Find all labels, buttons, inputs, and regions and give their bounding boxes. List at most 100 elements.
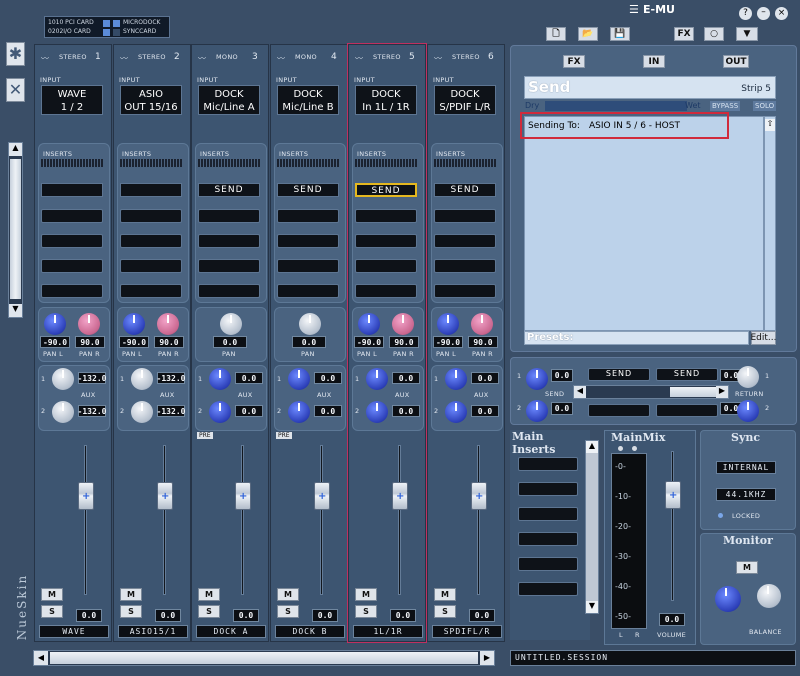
close-icon[interactable]: × [775, 7, 788, 20]
hscroll-thumb[interactable] [50, 652, 478, 664]
dropdown-icon[interactable]: ▼ [736, 27, 758, 41]
send-slot-2[interactable]: SEND [656, 368, 718, 381]
main-insert-slot[interactable] [518, 557, 578, 571]
star-button[interactable]: ✱ [6, 42, 25, 66]
insert-slot-4[interactable] [277, 259, 339, 273]
new-session-icon[interactable]: 🗋 [546, 27, 566, 41]
insert-slot-1[interactable]: SEND [198, 183, 260, 197]
hscroll-left-icon[interactable]: ◀ [34, 651, 48, 665]
record-icon[interactable]: ○ [704, 27, 724, 41]
sending-to-row[interactable]: Sending To: ASIO IN 5 / 6 - HOST [520, 112, 729, 139]
bypass-button[interactable]: BYPASS [710, 101, 741, 111]
minimize-icon[interactable]: – [757, 7, 770, 20]
strip-name[interactable]: DOCK B [275, 625, 345, 638]
edit-button[interactable]: Edit... [751, 331, 777, 345]
main-insert-slot[interactable] [518, 482, 578, 496]
input-selector[interactable]: DOCK Mic/Line B [277, 85, 339, 115]
aux1-knob[interactable] [52, 368, 74, 390]
mute-button[interactable]: M [41, 588, 63, 601]
insert-slot-4[interactable] [198, 259, 260, 273]
scroll-up-icon[interactable]: ▲ [9, 143, 22, 156]
insert-slot-1[interactable] [41, 183, 103, 197]
routing-scroll-up-icon[interactable]: ⇧ [765, 119, 775, 131]
main-volume-fader[interactable] [665, 481, 681, 509]
solo-button[interactable]: S [41, 605, 63, 618]
insert-slot-3[interactable] [198, 234, 260, 248]
tab-in[interactable]: IN [643, 55, 665, 68]
sync-source[interactable]: INTERNAL [716, 461, 776, 474]
insert-slot-2[interactable] [41, 209, 103, 223]
insert-slot-3[interactable] [277, 234, 339, 248]
aux1-knob[interactable] [445, 368, 467, 390]
insert-slot-1[interactable] [120, 183, 182, 197]
channel-fader[interactable] [314, 482, 330, 510]
solo-button[interactable]: S [277, 605, 299, 618]
insert-slot-5[interactable] [120, 284, 182, 298]
aux-slider-right-icon[interactable]: ▶ [716, 386, 728, 398]
mute-button[interactable]: M [120, 588, 142, 601]
scroll-thumb[interactable] [10, 159, 21, 299]
aux1-knob[interactable] [209, 368, 231, 390]
aux2-knob[interactable] [131, 401, 153, 423]
send-slot-1[interactable]: SEND [588, 368, 650, 381]
insert-slot-2[interactable] [277, 209, 339, 223]
horizontal-scrollbar[interactable]: ◀ ▶ [33, 650, 495, 666]
pan-l-knob[interactable] [123, 313, 145, 335]
sample-rate[interactable]: 44.1KHZ [716, 488, 776, 501]
hscroll-right-icon[interactable]: ▶ [480, 651, 494, 665]
monitor-mute-button[interactable]: M [736, 561, 758, 574]
pan-l-knob[interactable] [437, 313, 459, 335]
pan-knob[interactable] [220, 313, 242, 335]
pre-button[interactable]: PRE [197, 432, 213, 439]
aux1-return-knob[interactable] [737, 366, 759, 388]
solo-button[interactable]: SOLO [753, 101, 777, 111]
mute-button[interactable]: M [198, 588, 220, 601]
monitor-balance-knob[interactable] [757, 584, 781, 608]
inserts-scroll-up-icon[interactable]: ▲ [586, 441, 598, 453]
aux2-return-knob[interactable] [737, 400, 759, 422]
dry-wet-slider[interactable] [545, 101, 687, 111]
menu-icon[interactable]: ☰ [629, 3, 639, 16]
insert-slot-2[interactable] [198, 209, 260, 223]
main-inserts-scrollbar[interactable]: ▲ ▼ [585, 440, 599, 614]
pre-button[interactable]: PRE [276, 432, 292, 439]
main-insert-slot[interactable] [518, 582, 578, 596]
insert-slot-3[interactable] [434, 234, 496, 248]
insert-slot-5[interactable] [277, 284, 339, 298]
strip-name[interactable]: SPDIFL/R [432, 625, 502, 638]
aux-slider-thumb[interactable] [670, 387, 718, 397]
insert-slot-5[interactable] [41, 284, 103, 298]
routing-scrollbar[interactable]: ⇧ [764, 116, 776, 331]
send-slot-4[interactable] [656, 404, 718, 417]
pan-r-knob[interactable] [78, 313, 100, 335]
pan-l-knob[interactable] [44, 313, 66, 335]
open-session-icon[interactable]: 📂 [578, 27, 598, 41]
insert-slot-5[interactable] [198, 284, 260, 298]
channel-fader[interactable] [157, 482, 173, 510]
insert-slot-4[interactable] [120, 259, 182, 273]
aux1-knob[interactable] [288, 368, 310, 390]
insert-slot-1[interactable]: SEND [434, 183, 496, 197]
mute-button[interactable]: M [434, 588, 456, 601]
insert-slot-2[interactable] [434, 209, 496, 223]
channel-fader[interactable] [235, 482, 251, 510]
insert-slot-2[interactable] [120, 209, 182, 223]
pan-r-knob[interactable] [157, 313, 179, 335]
save-session-icon[interactable]: 💾 [610, 27, 630, 41]
mute-button[interactable]: M [277, 588, 299, 601]
aux1-knob[interactable] [131, 368, 153, 390]
strip-scrollbar[interactable]: ▲ ▼ [8, 142, 23, 318]
close-strip-button[interactable]: ✕ [6, 78, 25, 102]
insert-slot-3[interactable] [41, 234, 103, 248]
strip-name[interactable]: DOCK A [196, 625, 266, 638]
insert-slot-4[interactable] [41, 259, 103, 273]
tab-out[interactable]: OUT [723, 55, 749, 68]
main-insert-slot[interactable] [518, 532, 578, 546]
fx-window-icon[interactable]: FX [674, 27, 694, 41]
monitor-volume-knob[interactable] [715, 586, 741, 612]
aux2-knob[interactable] [209, 401, 231, 423]
channel-fader[interactable] [78, 482, 94, 510]
aux2-knob[interactable] [52, 401, 74, 423]
solo-button[interactable]: S [434, 605, 456, 618]
solo-button[interactable]: S [198, 605, 220, 618]
